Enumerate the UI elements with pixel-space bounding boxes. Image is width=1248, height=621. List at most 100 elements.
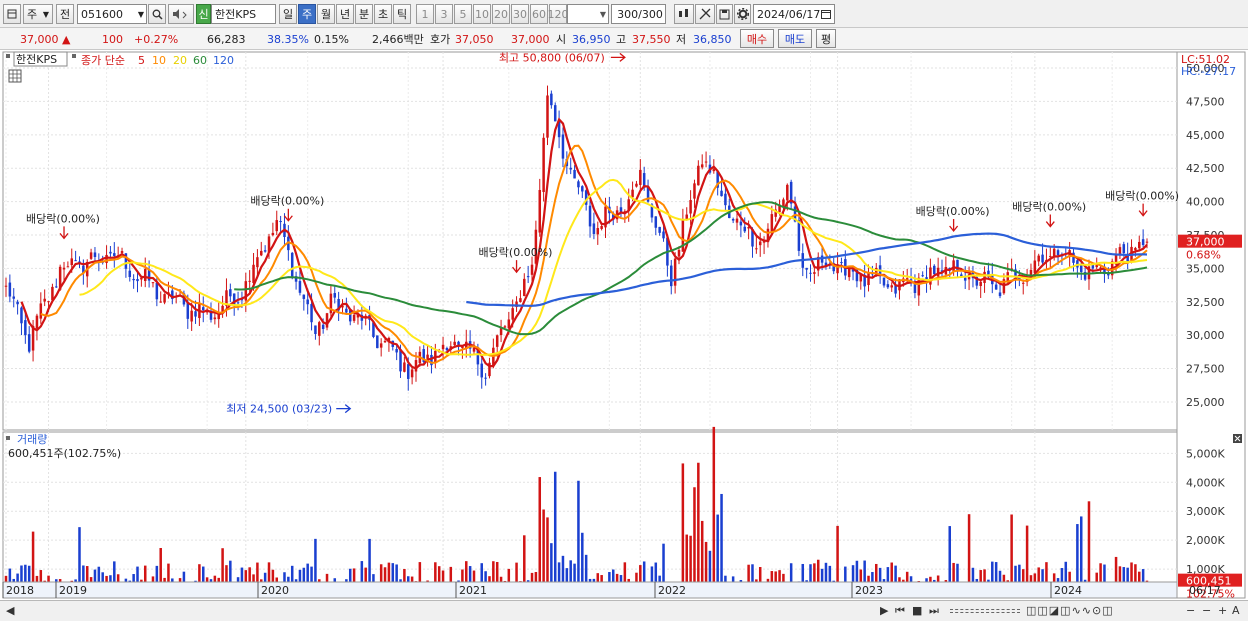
- market-select[interactable]: 주 ▼: [23, 4, 53, 24]
- candle-body: [445, 348, 449, 351]
- period-button[interactable]: 분: [355, 4, 373, 24]
- candle-body: [395, 348, 398, 353]
- candle-body: [279, 221, 282, 223]
- candle-body: [306, 299, 309, 305]
- candle-body: [93, 252, 97, 257]
- buy-button[interactable]: 매수: [740, 29, 774, 48]
- candle-body: [20, 307, 23, 324]
- turnover-value: 0.15%: [314, 32, 349, 46]
- chart-type-icon[interactable]: [3, 4, 21, 24]
- candle-body: [758, 241, 762, 246]
- drawing-tools-icon[interactable]: ◫◫◪◫∿∿⊙◫: [1026, 604, 1114, 617]
- low-mark-label: 최저 24,500 (03/23): [226, 403, 332, 416]
- code-input[interactable]: 051600 ▼: [77, 4, 147, 24]
- low-label: 저: [676, 33, 687, 46]
- candle-body: [16, 301, 19, 305]
- candle-body: [321, 324, 325, 329]
- save-icon[interactable]: [716, 4, 733, 24]
- candle-icon[interactable]: [674, 4, 694, 24]
- candle-body: [399, 349, 402, 372]
- candle-body: [74, 260, 77, 262]
- period-button[interactable]: 초: [374, 4, 392, 24]
- candle-body: [55, 286, 58, 288]
- candle-body: [933, 265, 936, 275]
- minute-button[interactable]: 20: [492, 4, 510, 24]
- candle-body: [809, 272, 812, 274]
- up-triangle-icon: ▲: [62, 32, 71, 46]
- zoom-slider[interactable]: [950, 609, 1020, 613]
- candle-body: [635, 183, 638, 187]
- period-button[interactable]: 일: [279, 4, 297, 24]
- minus-icon[interactable]: −: [1202, 604, 1211, 617]
- candle-body: [333, 293, 337, 298]
- period-button[interactable]: 년: [336, 4, 354, 24]
- minute-button[interactable]: 30: [511, 4, 529, 24]
- minute-button[interactable]: 3: [435, 4, 453, 24]
- volume-info: 600,451주(102.75%): [8, 447, 121, 460]
- period-button[interactable]: 틱: [393, 4, 411, 24]
- sell-button[interactable]: 매도: [778, 29, 812, 48]
- scroll-first-icon[interactable]: ⏮: [895, 604, 905, 618]
- minute-button[interactable]: 5: [454, 4, 472, 24]
- x-tick-label: 2022: [658, 584, 686, 597]
- minute-button[interactable]: 1: [416, 4, 434, 24]
- avg-button[interactable]: 평: [816, 29, 836, 48]
- candle-body: [523, 278, 526, 296]
- candle-body: [202, 307, 205, 311]
- scroll-bar[interactable]: ◀ ▶ ⏮ ■ ⏭ ◫◫◪◫∿∿⊙◫ − − + A: [0, 600, 1248, 621]
- candle-body: [1134, 247, 1137, 251]
- stock-name: 한전KPS: [211, 4, 276, 24]
- candle-body: [151, 282, 155, 284]
- minute-button[interactable]: 60: [530, 4, 548, 24]
- prev-button[interactable]: 전: [56, 4, 74, 24]
- candle-body: [731, 219, 735, 221]
- date-input[interactable]: 2024/06/17: [753, 4, 835, 24]
- legend-ma5: 5: [138, 54, 145, 67]
- quote-bar: 37,000 ▲ 100 +0.27% 66,283 38.35% 0.15% …: [0, 28, 1248, 50]
- candle-body: [755, 248, 758, 250]
- toolbar: 주 ▼ 전 051600 ▼ 신 한전KPS 일주월년분초틱 1 3 5 10 20 30 60…: [0, 0, 1248, 28]
- candle-body: [530, 264, 534, 275]
- candle-body: [553, 105, 557, 122]
- dividend-label: 배당락(0.00%): [1012, 201, 1086, 214]
- candle-body: [1037, 255, 1040, 262]
- scroll-last-icon[interactable]: ⏭: [929, 604, 939, 618]
- stock-chart[interactable]: 배당락(0.00%) 배당락(0.00%) 배당락(0.00%) 배당락(0.00%)…: [0, 50, 1248, 600]
- candle-body: [654, 216, 658, 228]
- candle-body: [917, 277, 921, 296]
- candle-body: [546, 95, 549, 138]
- candle-body: [457, 341, 460, 345]
- search-icon[interactable]: [148, 4, 166, 24]
- high-label: 고: [616, 33, 627, 46]
- font-size-icon[interactable]: A: [1232, 604, 1240, 617]
- minute-button[interactable]: 10: [473, 4, 491, 24]
- zoom-out-icon[interactable]: −: [1186, 604, 1195, 617]
- sound-icon[interactable]: [168, 4, 194, 24]
- chevron-down-icon[interactable]: ▼: [600, 10, 606, 19]
- price-tick-label: 32,500: [1186, 296, 1225, 309]
- candle-body: [743, 226, 747, 232]
- count-input[interactable]: 300/300: [611, 4, 666, 24]
- x-tick-label: 2018: [6, 584, 34, 597]
- scroll-left-icon[interactable]: ◀: [6, 604, 14, 617]
- candle-body: [1141, 239, 1145, 246]
- price-tick-label: 35,000: [1186, 262, 1225, 275]
- settings-gear-icon[interactable]: [734, 4, 751, 24]
- calendar-icon[interactable]: [821, 9, 831, 19]
- candle-body: [186, 302, 190, 319]
- period-button[interactable]: 월: [317, 4, 335, 24]
- tools-icon[interactable]: [695, 4, 715, 24]
- table-icon[interactable]: [8, 69, 22, 83]
- scroll-right-icon[interactable]: ▶: [880, 604, 888, 617]
- candle-body: [813, 272, 816, 274]
- chevron-down-icon[interactable]: ▼: [138, 10, 144, 19]
- period-button[interactable]: 주: [298, 4, 316, 24]
- candle-body: [704, 161, 708, 163]
- plus-icon[interactable]: +: [1218, 604, 1227, 617]
- legend-ma120: 120: [213, 54, 234, 67]
- candle-body: [39, 303, 43, 319]
- minute-button[interactable]: 120: [548, 4, 569, 24]
- custom-period-input[interactable]: ▼: [567, 4, 609, 24]
- stop-icon[interactable]: ■: [912, 604, 922, 617]
- candle-body: [406, 364, 410, 379]
